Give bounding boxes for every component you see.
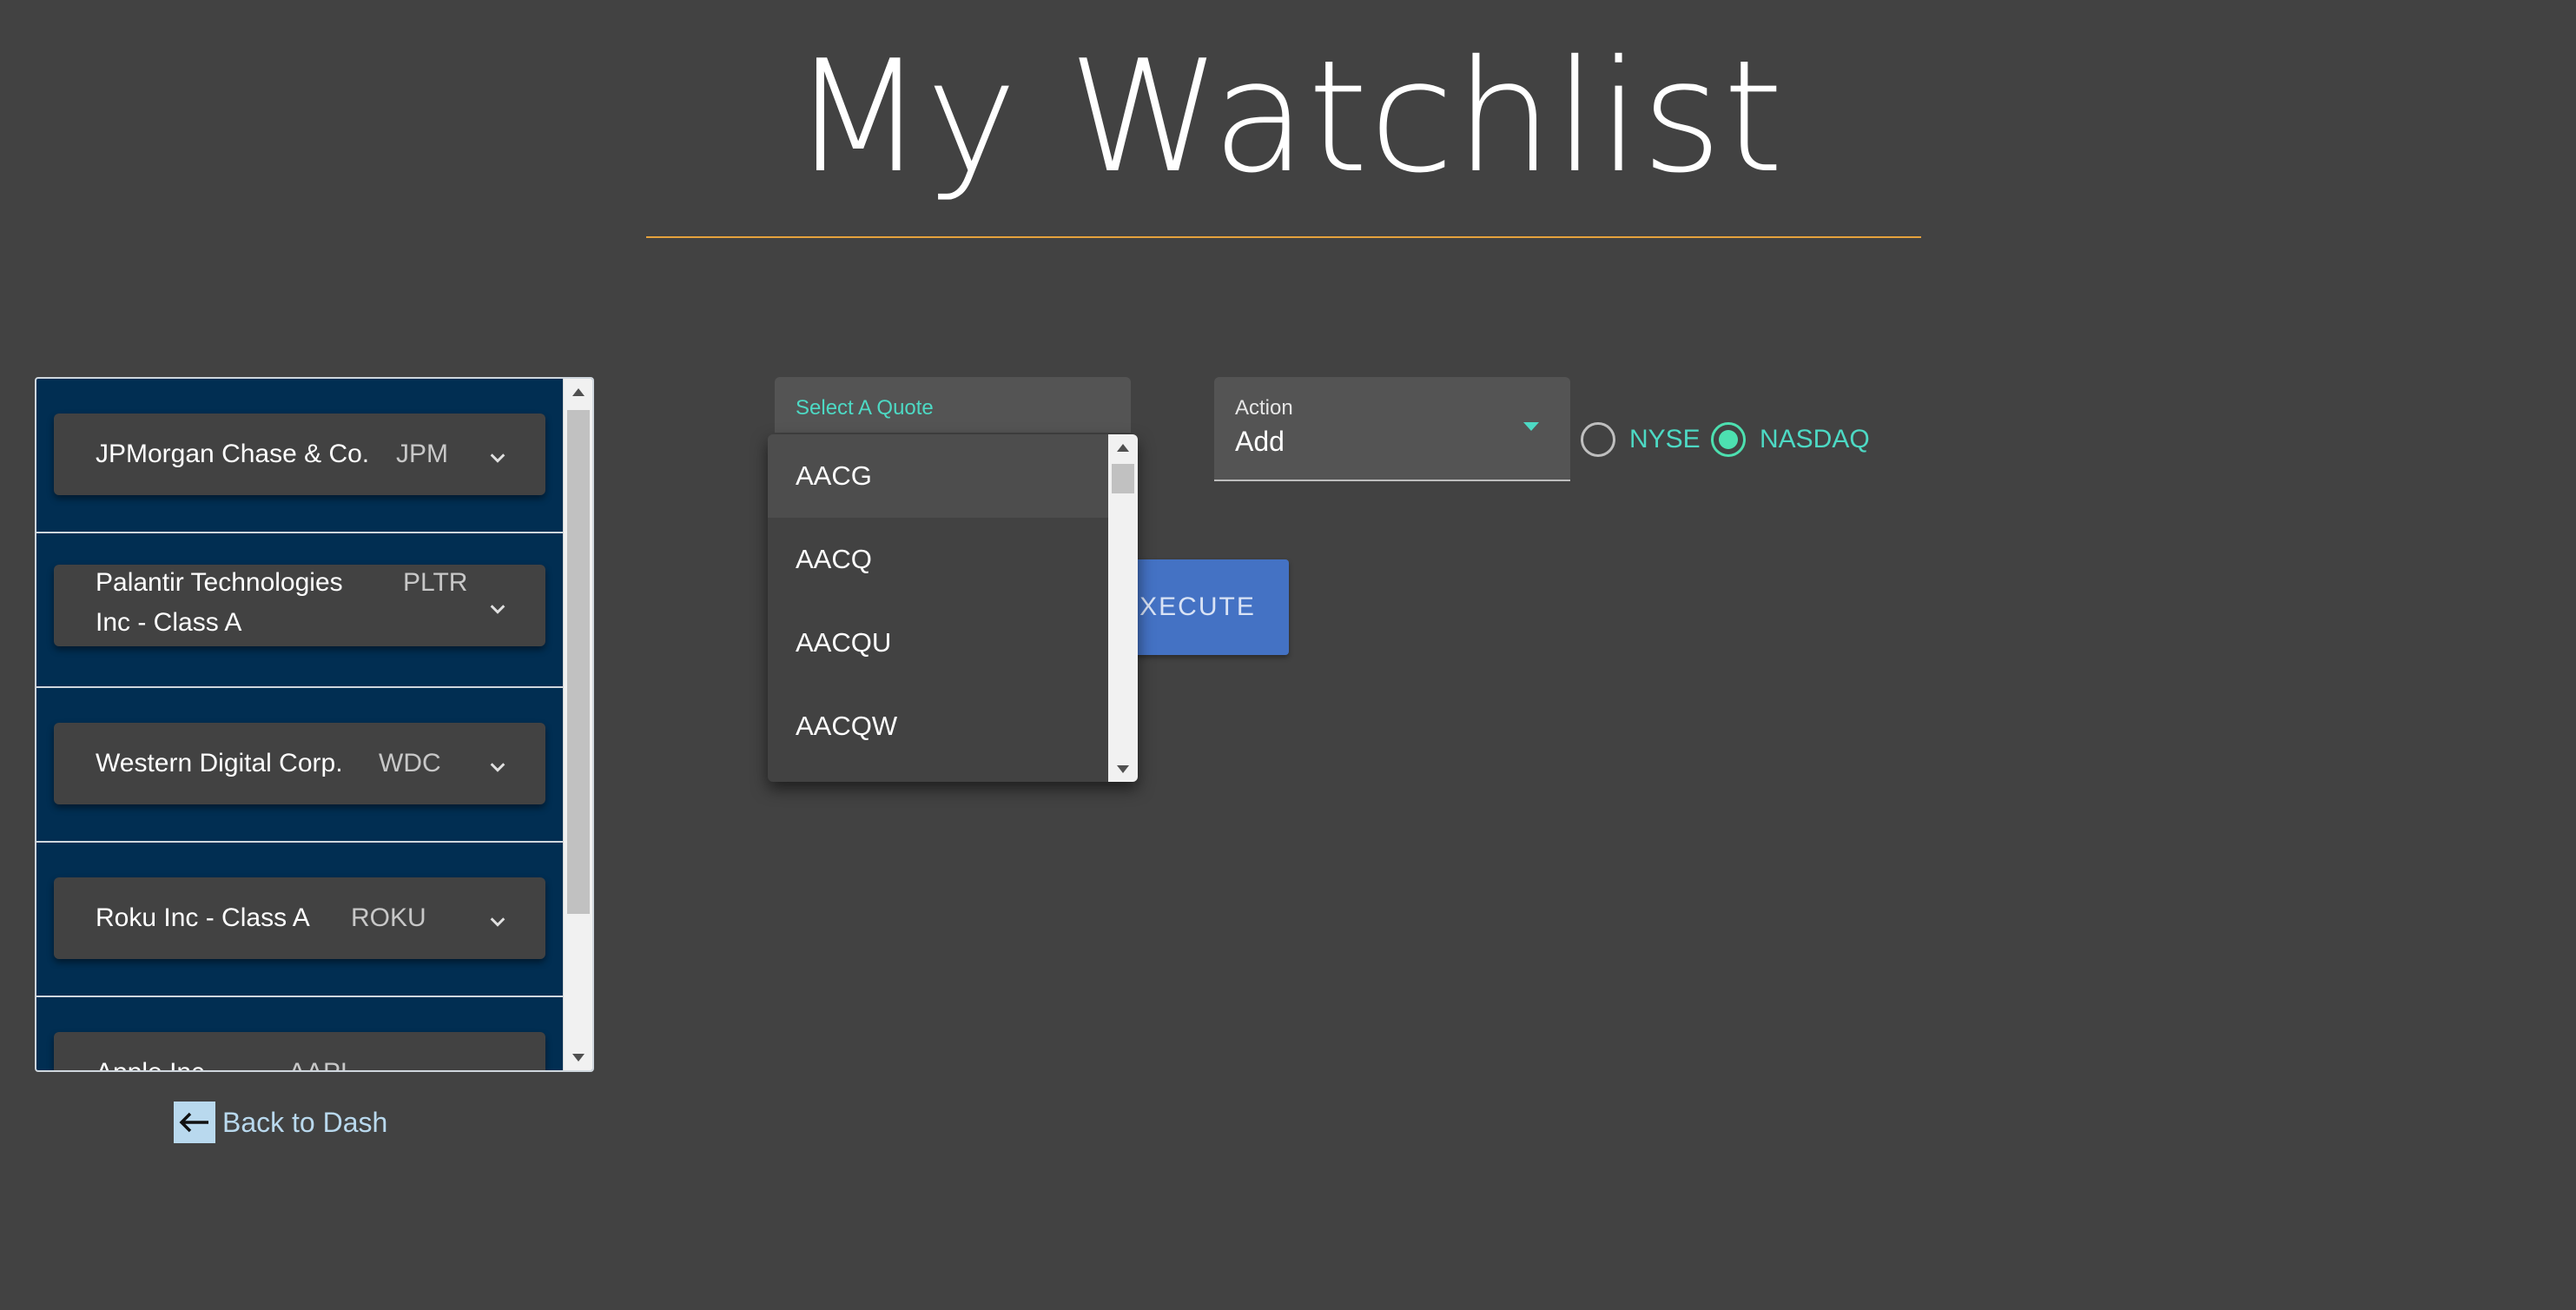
scroll-down-arrow-icon[interactable]: [564, 1044, 592, 1070]
quote-dropdown-menu[interactable]: AACG AACQ AACQU AACQW: [768, 434, 1138, 782]
stock-symbol: AAPL: [288, 1053, 355, 1070]
stock-symbol: JPM: [396, 440, 448, 468]
arrow-left-icon[interactable]: [174, 1102, 215, 1143]
watchlist-panel[interactable]: JPMorgan Chase & Co. JPM Palantir Techno…: [35, 377, 594, 1072]
stock-name: Apple Inc: [96, 1053, 204, 1070]
stock-name: Roku Inc - Class A: [96, 903, 310, 932]
watchlist-item: Western Digital Corp. WDC: [36, 688, 563, 843]
watchlist-card-pltr[interactable]: Palantir Technologies Inc - Class A PLTR: [54, 565, 545, 646]
radio-nyse-label[interactable]: NYSE: [1629, 425, 1701, 454]
radio-nasdaq-label[interactable]: NASDAQ: [1760, 425, 1870, 454]
watchlist-scrollbar[interactable]: [563, 379, 592, 1070]
quote-option-aacqw[interactable]: AACQW: [768, 685, 1108, 768]
quote-select[interactable]: Select A Quote: [775, 377, 1131, 433]
radio-nasdaq[interactable]: NASDAQ: [1711, 422, 1870, 457]
watchlist-card-wdc[interactable]: Western Digital Corp. WDC: [54, 723, 545, 804]
quote-select-label: Select A Quote: [796, 396, 934, 420]
chevron-down-icon[interactable]: [488, 758, 507, 777]
chevron-down-icon[interactable]: [488, 912, 507, 931]
dropdown-scrollbar[interactable]: [1108, 434, 1138, 782]
stock-name: JPMorgan Chase & Co.: [96, 440, 370, 468]
radio-checked-icon[interactable]: [1711, 422, 1746, 457]
watchlist-card-roku[interactable]: Roku Inc - Class A ROKU: [54, 877, 545, 959]
quote-option-aacqu[interactable]: AACQU: [768, 601, 1108, 685]
page-title: My Watchlist: [791, 27, 1785, 207]
action-select-value: Add: [1235, 426, 1285, 457]
watchlist-card-aapl[interactable]: Apple Inc AAPL: [54, 1032, 545, 1070]
scroll-up-arrow-icon[interactable]: [1108, 434, 1138, 460]
quote-option-aacq[interactable]: AACQ: [768, 518, 1108, 601]
stock-symbol: WDC: [379, 749, 441, 777]
watchlist-item: Apple Inc AAPL: [36, 997, 563, 1070]
title-divider: [646, 236, 1921, 238]
chevron-down-icon[interactable]: [488, 599, 507, 619]
stock-name-line2: Inc - Class A: [96, 608, 242, 637]
scrollbar-thumb[interactable]: [567, 410, 590, 914]
radio-circle-icon[interactable]: [1581, 422, 1615, 457]
scroll-up-arrow-icon[interactable]: [564, 379, 592, 405]
back-to-dash-label[interactable]: Back to Dash: [222, 1107, 387, 1139]
watchlist-card-jpm[interactable]: JPMorgan Chase & Co. JPM: [54, 414, 545, 495]
watchlist-list: JPMorgan Chase & Co. JPM Palantir Techno…: [36, 379, 563, 1070]
quote-option-aacg[interactable]: AACG: [768, 434, 1108, 518]
chevron-down-icon[interactable]: [488, 448, 507, 467]
dropdown-scrollbar-thumb[interactable]: [1112, 464, 1134, 493]
watchlist-item: JPMorgan Chase & Co. JPM: [36, 379, 563, 533]
action-select-label: Action: [1235, 396, 1293, 420]
watchlist-item: Palantir Technologies Inc - Class A PLTR: [36, 533, 563, 688]
action-select[interactable]: Action Add: [1214, 377, 1570, 481]
back-to-dash-link[interactable]: Back to Dash: [174, 1102, 387, 1143]
execute-button-label: XECUTE: [1139, 592, 1256, 621]
watchlist-item: Roku Inc - Class A ROKU: [36, 843, 563, 997]
stock-name: Western Digital Corp.: [96, 749, 343, 777]
stock-symbol: PLTR: [403, 568, 468, 597]
stock-name-line1: Palantir Technologies: [96, 568, 343, 597]
dropdown-arrow-icon[interactable]: [1523, 422, 1539, 431]
scroll-down-arrow-icon[interactable]: [1108, 756, 1138, 782]
stock-symbol: ROKU: [351, 903, 426, 932]
radio-nyse[interactable]: NYSE: [1581, 422, 1701, 457]
